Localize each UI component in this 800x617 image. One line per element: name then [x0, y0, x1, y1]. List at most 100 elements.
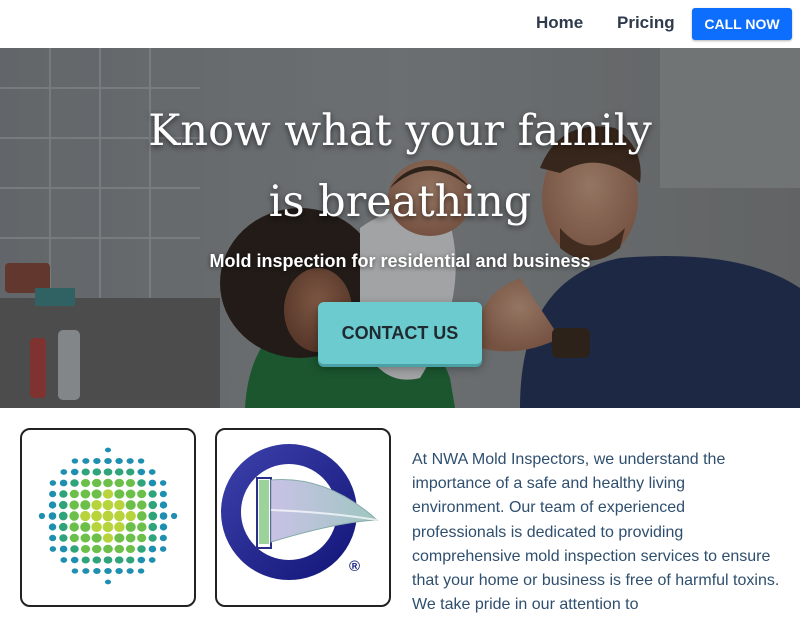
globe-dot [102, 521, 114, 533]
globe-dot [71, 458, 79, 464]
globe-dot [159, 490, 167, 498]
globe-dot [91, 533, 102, 543]
globe-dot [80, 544, 91, 554]
globe-dot [91, 510, 102, 522]
globe-dot [159, 546, 167, 552]
nav-pricing-link[interactable]: Pricing [617, 13, 675, 33]
globe-dot [159, 480, 167, 486]
globe-dot [70, 479, 79, 487]
globe-dot [170, 512, 178, 520]
globe-dot [137, 568, 145, 574]
globe-dot [104, 457, 112, 465]
globe-dot [114, 544, 125, 554]
globe-dot [58, 522, 68, 532]
globe-dot [103, 478, 113, 488]
globe-dot [82, 458, 90, 464]
globe-dot [49, 480, 57, 486]
globe-dot [103, 468, 113, 476]
globe-dot [69, 522, 79, 532]
globe-dot [69, 511, 79, 521]
hero-subtitle: Mold inspection for residential and busi… [209, 251, 591, 271]
globe-dot [93, 458, 101, 464]
globe-dot [125, 522, 136, 532]
globe-dot [137, 458, 145, 464]
globe-dot [114, 556, 124, 564]
globe-dot [59, 490, 68, 498]
nav-home-link[interactable]: Home [536, 13, 583, 33]
dotted-globe-logo-icon [38, 447, 178, 585]
globe-dot [137, 500, 147, 510]
globe-dot [91, 521, 102, 533]
globe-dot [137, 468, 146, 476]
globe-dot [38, 512, 46, 520]
globe-dot [115, 568, 123, 574]
globe-dot [81, 468, 90, 476]
globe-dot [104, 579, 112, 585]
call-now-button[interactable]: CALL NOW [692, 8, 792, 40]
globe-dot [59, 479, 68, 487]
globe-dot [137, 522, 147, 532]
globe-dot [126, 568, 134, 574]
globe-dot [70, 468, 79, 476]
globe-dot [125, 510, 136, 522]
globe-dot [91, 544, 102, 554]
registered-mark: ® [349, 558, 361, 575]
globe-dot [80, 522, 91, 532]
globe-dot [114, 533, 125, 543]
globe-dot [59, 545, 68, 553]
globe-dot [114, 521, 125, 533]
globe-dot [137, 533, 147, 543]
globe-dot [148, 500, 158, 510]
globe-dot [104, 567, 112, 575]
globe-dot [60, 557, 68, 563]
hero-section: Know what your family is breathing Mold … [0, 48, 800, 408]
globe-dot [93, 568, 101, 574]
globe-dot [148, 469, 156, 475]
logo-card-certification: ® [215, 428, 391, 607]
globe-dot [148, 490, 157, 498]
hero-title-line-2: is breathing [268, 177, 532, 227]
globe-dot [92, 556, 102, 564]
globe-dot [102, 510, 114, 522]
globe-dot [137, 511, 147, 521]
globe-dot [49, 546, 57, 552]
globe-dot [126, 556, 135, 564]
globe-dot [114, 489, 125, 499]
globe-dot [102, 499, 114, 511]
globe-dot [58, 500, 68, 510]
globe-dot [114, 510, 125, 522]
globe-dot [126, 468, 135, 476]
globe-dot [103, 544, 113, 554]
globe-dot [125, 544, 136, 554]
globe-dot [102, 533, 114, 543]
globe-dot [115, 458, 123, 464]
globe-dot [70, 545, 79, 553]
globe-dot [70, 556, 79, 564]
globe-dot [114, 478, 125, 488]
globe-dot [148, 557, 156, 563]
globe-dot [80, 489, 91, 499]
globe-dot [137, 489, 147, 499]
globe-dot [103, 556, 113, 564]
globe-dot [60, 469, 68, 475]
intro-paragraph: At NWA Mold Inspectors, we understand th… [412, 451, 780, 614]
hero-title-line-1: Know what your family [148, 106, 652, 156]
globe-dot [148, 534, 157, 542]
globe-dot [104, 447, 112, 453]
globe-dot [125, 489, 136, 499]
globe-dot [148, 479, 157, 487]
globe-dot [80, 510, 91, 522]
globe-dot [137, 479, 146, 487]
globe-dot [49, 490, 57, 498]
globe-dot [69, 500, 79, 510]
globe-dot [125, 500, 136, 510]
globe-dot [159, 534, 167, 542]
globe-dot [80, 478, 91, 488]
contact-us-button[interactable]: CONTACT US [318, 302, 482, 364]
globe-dot [91, 478, 102, 488]
globe-dot [159, 512, 168, 520]
globe-dot [137, 545, 146, 553]
globe-dot [92, 468, 102, 476]
globe-dot [71, 568, 79, 574]
globe-dot [137, 556, 146, 564]
